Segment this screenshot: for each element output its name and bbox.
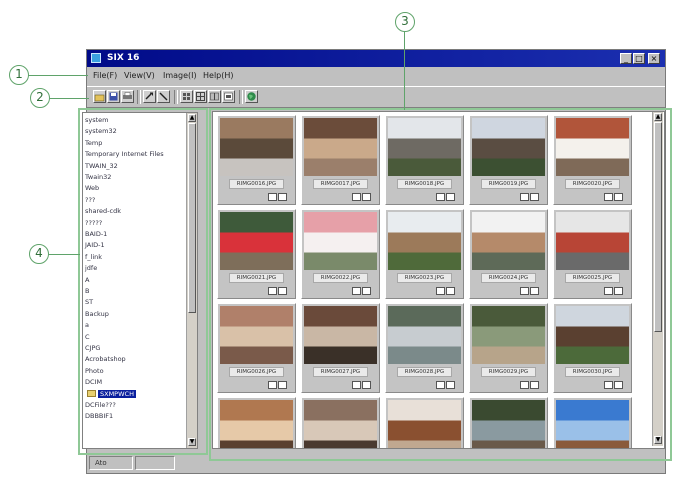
callout-2-leader <box>49 98 89 100</box>
toolbar-separator <box>137 90 141 104</box>
thumbnail-medium-icon <box>196 92 205 101</box>
slideshow-button[interactable] <box>222 90 235 103</box>
save-icon <box>109 92 118 101</box>
status-text: Ato <box>95 459 107 467</box>
minimize-button[interactable]: _ <box>620 53 632 64</box>
close-button[interactable]: × <box>648 53 660 64</box>
callout-3: 3 <box>395 12 415 32</box>
print-icon <box>123 92 132 99</box>
thumbnail-large-icon <box>210 92 219 101</box>
crop-button[interactable] <box>157 90 170 103</box>
menu-help[interactable]: Help(H) <box>203 68 234 84</box>
print-button[interactable] <box>121 90 134 103</box>
crop-icon <box>159 92 168 101</box>
open-button[interactable] <box>93 90 106 103</box>
callout-1-leader <box>28 75 88 77</box>
callout-4-leader <box>48 254 80 256</box>
window-title: SIX 16 <box>107 53 140 63</box>
callout-1: 1 <box>9 65 29 85</box>
menu-image[interactable]: Image(I) <box>163 68 197 84</box>
toolbar <box>87 86 665 108</box>
app-icon <box>91 53 101 63</box>
rotate-icon <box>145 92 153 100</box>
open-icon <box>94 94 105 102</box>
thumbnail-small-button[interactable] <box>180 90 193 103</box>
web-button[interactable] <box>245 90 258 103</box>
thumbnail-small-icon <box>183 93 190 100</box>
maximize-button[interactable]: □ <box>633 53 645 64</box>
status-pane <box>135 456 175 470</box>
callout-3-leader <box>404 30 406 110</box>
toolbar-separator <box>239 90 243 104</box>
folder-tree-highlight <box>78 108 208 455</box>
toolbar-separator <box>174 90 178 104</box>
menu-file[interactable]: File(F) <box>93 68 117 84</box>
title-bar[interactable]: SIX 16 _ □ × <box>87 50 665 67</box>
callout-4: 4 <box>29 244 49 264</box>
thumbnail-large-button[interactable] <box>208 90 221 103</box>
globe-icon <box>247 92 256 101</box>
thumbnail-grid-highlight <box>209 108 672 461</box>
thumbnail-medium-button[interactable] <box>194 90 207 103</box>
callout-2: 2 <box>30 88 50 108</box>
rotate-button[interactable] <box>143 90 156 103</box>
menu-bar: File(F) View(V) Image(I) Help(H) <box>87 68 665 84</box>
menu-view[interactable]: View(V) <box>124 68 155 84</box>
slideshow-icon <box>224 92 233 101</box>
save-button[interactable] <box>107 90 120 103</box>
